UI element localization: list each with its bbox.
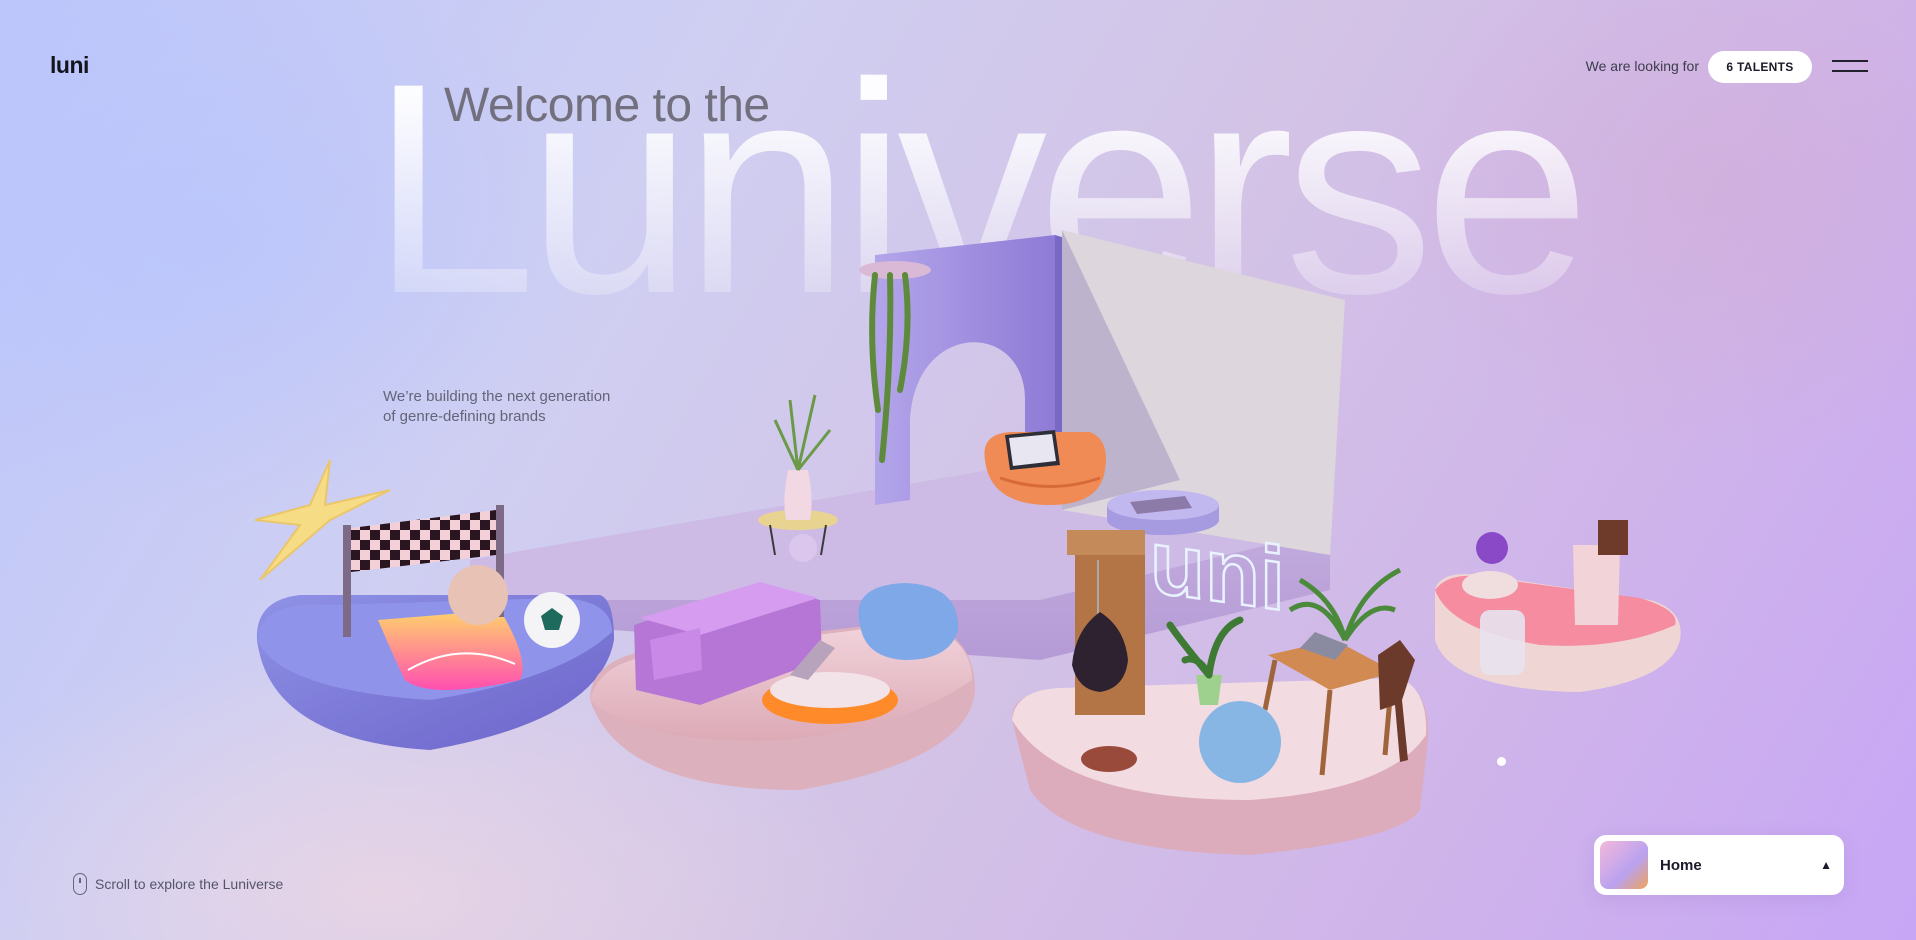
soccer-ball [524,592,580,648]
carousel-indicator-dot[interactable] [1497,757,1506,766]
home-thumbnail-image [1600,841,1648,889]
punching-bag [1067,530,1145,715]
food-bowl [1081,746,1137,772]
mouse-scroll-icon [73,873,87,895]
luniverse-scene-illustration: luni [254,230,1681,855]
blue-beanbag [858,583,959,660]
scroll-hint-text: Scroll to explore the Luniverse [95,876,284,892]
hero-welcome: Welcome to the [444,79,770,132]
tagline-line-1: We’re building the next generation [383,388,611,405]
right-island [1435,520,1681,692]
section-navigator[interactable]: Home ▲ [1594,835,1844,895]
volleyball [448,565,508,625]
section-navigator-label: Home [1660,856,1702,874]
scroll-hint: Scroll to explore the Luniverse [73,873,283,895]
round-pedestal [1107,490,1219,535]
tagline-line-2: of genre-defining brands [383,408,546,425]
hero-tagline: We’re building the next generation of ge… [383,387,643,427]
exercise-ball [1199,701,1281,783]
caret-up-icon[interactable]: ▲ [1820,858,1832,872]
